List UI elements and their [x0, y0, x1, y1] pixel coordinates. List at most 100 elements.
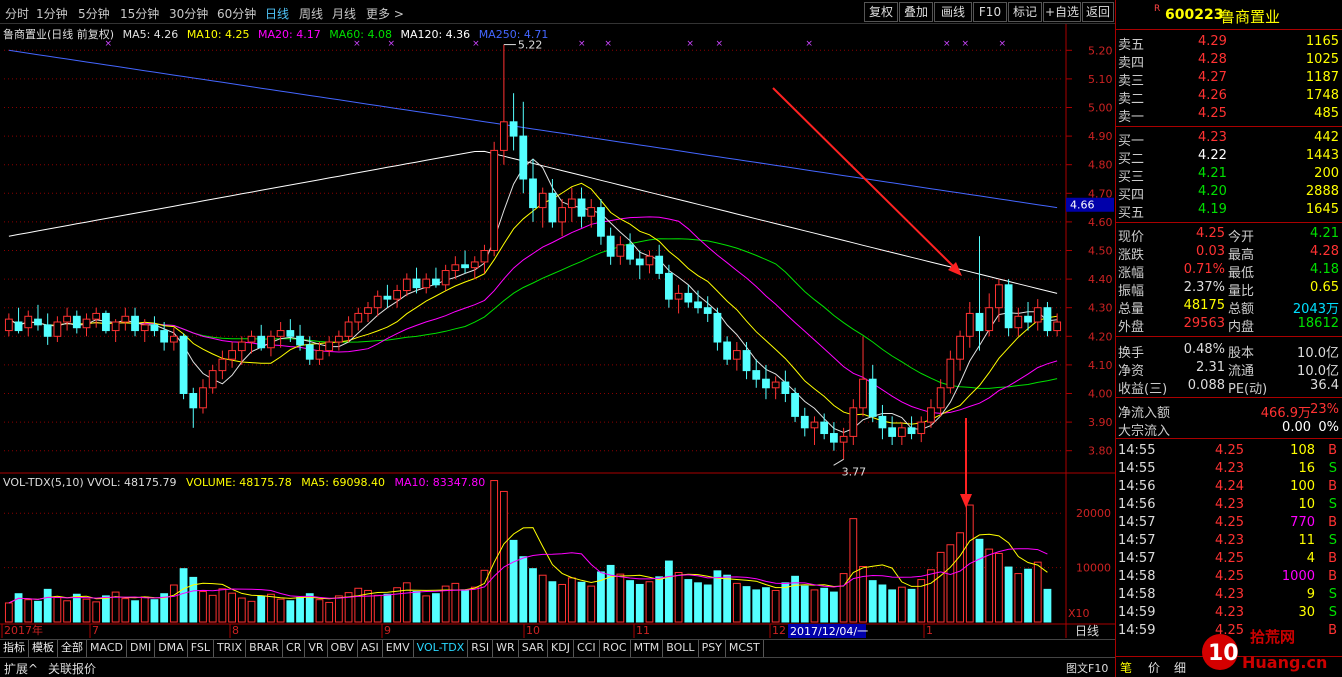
candle-body[interactable]	[131, 315, 139, 332]
volume-bar[interactable]	[985, 548, 994, 623]
candle-body[interactable]	[664, 272, 673, 300]
candle-body[interactable]	[985, 307, 994, 332]
volume-bar[interactable]	[684, 579, 693, 623]
candle-body[interactable]	[4, 318, 13, 332]
candle-body[interactable]	[762, 378, 770, 389]
candle-body[interactable]	[237, 341, 246, 352]
indicator-tab-全部[interactable]: 全部	[58, 640, 87, 657]
volume-bar[interactable]	[121, 598, 130, 623]
volume-bar[interactable]	[830, 591, 838, 623]
volume-bar[interactable]	[927, 569, 935, 623]
volume-bar[interactable]	[1043, 588, 1052, 623]
overlay-button[interactable]: 叠加	[899, 2, 933, 22]
candle-body[interactable]	[616, 244, 625, 257]
volume-bar[interactable]	[325, 601, 334, 623]
candle-body[interactable]	[160, 330, 169, 343]
candle-body[interactable]	[917, 421, 926, 435]
add-watchlist-button[interactable]: +自选	[1043, 2, 1081, 22]
candle-body[interactable]	[364, 307, 372, 314]
volume-bar[interactable]	[267, 593, 275, 623]
volume-bar[interactable]	[810, 589, 819, 623]
period-60min[interactable]: 60分钟	[217, 5, 256, 22]
candle-body[interactable]	[820, 421, 829, 435]
volume-bar[interactable]	[470, 586, 479, 623]
candle-body[interactable]	[53, 321, 62, 337]
candle-body[interactable]	[927, 407, 935, 423]
candle-body[interactable]	[519, 135, 528, 180]
volume-bar[interactable]	[703, 584, 712, 623]
volume-bar[interactable]	[839, 573, 848, 623]
volume-bar[interactable]	[616, 573, 625, 623]
candle-body[interactable]	[800, 415, 809, 429]
indicator-tab-fsl[interactable]: FSL	[188, 640, 214, 657]
candle-body[interactable]	[111, 321, 120, 332]
candle-body[interactable]	[1014, 315, 1023, 329]
candle-body[interactable]	[247, 335, 256, 343]
volume-bar[interactable]	[907, 588, 916, 623]
volume-bar[interactable]	[800, 585, 809, 623]
volume-bar[interactable]	[490, 480, 499, 623]
volume-bar[interactable]	[276, 598, 285, 623]
tab-detail[interactable]: 细	[1174, 659, 1186, 676]
volume-bar[interactable]	[257, 595, 266, 623]
candle-body[interactable]	[684, 292, 693, 303]
candle-body[interactable]	[655, 255, 664, 274]
volume-bar[interactable]	[208, 594, 217, 623]
volume-bar[interactable]	[286, 600, 295, 623]
volume-bar[interactable]	[199, 591, 207, 623]
volume-bar[interactable]	[771, 589, 780, 623]
volume-bar[interactable]	[1024, 568, 1032, 623]
indicator-tab-boll[interactable]: BOLL	[663, 640, 699, 657]
volume-bar[interactable]	[732, 582, 741, 623]
candle-body[interactable]	[257, 335, 266, 349]
candle-body[interactable]	[218, 358, 227, 372]
candle-body[interactable]	[956, 335, 964, 360]
indicator-tab-psy[interactable]: PSY	[699, 640, 726, 657]
volume-bar[interactable]	[305, 593, 314, 623]
volume-bar[interactable]	[820, 587, 829, 623]
period-1min[interactable]: 1分钟	[36, 5, 68, 22]
volume-bar[interactable]	[441, 585, 450, 623]
volume-bar[interactable]	[461, 589, 469, 623]
candle-body[interactable]	[334, 335, 343, 343]
indicator-tab-dmi[interactable]: DMI	[127, 640, 156, 657]
volume-bar[interactable]	[694, 582, 702, 623]
candle-body[interactable]	[199, 387, 207, 409]
candle-body[interactable]	[587, 207, 596, 217]
candle-body[interactable]	[1043, 307, 1052, 332]
volume-bar[interactable]	[995, 552, 1003, 623]
candle-body[interactable]	[150, 324, 159, 332]
volume-bar[interactable]	[383, 593, 392, 623]
candle-body[interactable]	[373, 295, 382, 309]
indicator-tab-cr[interactable]: CR	[283, 640, 306, 657]
tab-price[interactable]: 价	[1148, 659, 1160, 676]
candle-body[interactable]	[597, 207, 605, 237]
indicator-tab-dma[interactable]: DMA	[155, 640, 188, 657]
candle-body[interactable]	[43, 324, 52, 337]
candle-body[interactable]	[72, 315, 81, 329]
candle-body[interactable]	[228, 350, 236, 360]
candle-body[interactable]	[810, 421, 819, 429]
volume-bar[interactable]	[72, 593, 81, 623]
indicator-tab-vol-tdx[interactable]: VOL-TDX	[414, 640, 469, 657]
candle-body[interactable]	[490, 149, 499, 251]
candle-body[interactable]	[1024, 315, 1032, 323]
volume-bar[interactable]	[499, 490, 508, 623]
volume-bar[interactable]	[354, 587, 363, 623]
volume-bar[interactable]	[43, 588, 52, 623]
candle-body[interactable]	[509, 121, 518, 137]
candle-body[interactable]	[140, 324, 149, 332]
indicator-tab-指标[interactable]: 指标	[0, 640, 29, 657]
candle-body[interactable]	[674, 292, 683, 300]
candle-body[interactable]	[432, 278, 440, 286]
candle-body[interactable]	[897, 427, 906, 437]
candle-body[interactable]	[276, 330, 285, 337]
volume-bar[interactable]	[169, 584, 178, 623]
volume-bar[interactable]	[781, 582, 790, 623]
candle-body[interactable]	[296, 335, 304, 346]
candle-body[interactable]	[451, 264, 460, 272]
volume-bar[interactable]	[529, 568, 537, 623]
volume-bar[interactable]	[645, 581, 654, 623]
candle-body[interactable]	[752, 370, 761, 380]
indicator-tab-macd[interactable]: MACD	[87, 640, 127, 657]
